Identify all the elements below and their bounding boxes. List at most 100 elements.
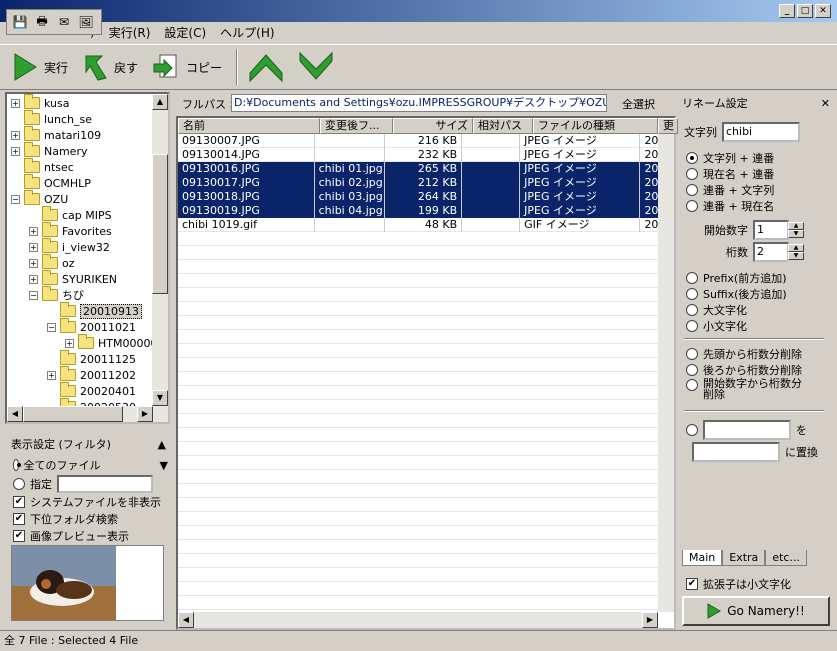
suffix-radio[interactable]	[686, 288, 698, 300]
expand-toggle-icon[interactable]: −	[29, 290, 38, 300]
close-button[interactable]: ✕	[815, 4, 831, 18]
expand-toggle-icon[interactable]: +	[29, 258, 38, 268]
expand-toggle-icon[interactable]: +	[11, 98, 20, 108]
save-icon[interactable]: 💾	[12, 15, 28, 29]
move-up-button[interactable]	[248, 51, 284, 83]
mail-icon[interactable]: ✉	[56, 15, 72, 29]
prefix-radio[interactable]	[686, 272, 698, 284]
table-row[interactable]: 09130016.JPG chibi 01.jpg 265 KB JPEG イメージ 2…	[178, 162, 660, 176]
tree-item[interactable]: − ちび	[29, 286, 84, 303]
scroll-thumb[interactable]	[152, 154, 168, 294]
list-vertical-scrollbar[interactable]	[658, 134, 674, 612]
tree-item[interactable]: − OZU	[11, 190, 68, 207]
subfolder-checkbox[interactable]: ✔	[13, 513, 25, 525]
undo-button[interactable]: 戻す	[82, 52, 138, 82]
tree-item[interactable]: + HTM00000	[65, 334, 157, 351]
expand-toggle-icon[interactable]: +	[11, 146, 20, 156]
start-number-spinner[interactable]: ▲ ▼	[788, 222, 804, 238]
expand-toggle-icon[interactable]: +	[29, 242, 38, 252]
scroll-right-button[interactable]: ▶	[137, 406, 153, 422]
table-row[interactable]: 09130014.JPG 232 KB JPEG イメージ 20	[178, 148, 660, 162]
spin-down-icon[interactable]: ▼	[788, 230, 804, 238]
tree-item[interactable]: + Namery	[11, 142, 87, 159]
opt-seq-current-radio[interactable]	[686, 200, 698, 212]
opt-current-seq-radio[interactable]	[686, 168, 698, 180]
minimize-button[interactable]: _	[779, 4, 795, 18]
opt-seq-string-radio[interactable]	[686, 184, 698, 196]
collapse-icon[interactable]: ▲	[158, 438, 166, 451]
lowercase-radio[interactable]	[686, 320, 698, 332]
spin-up-icon[interactable]: ▲	[788, 222, 804, 230]
column-name[interactable]: 名前	[178, 118, 320, 134]
select-all-button[interactable]: 全選択	[622, 96, 655, 112]
table-row[interactable]: 09130018.JPG chibi 03.jpg 264 KB JPEG イメージ 2…	[178, 190, 660, 204]
table-row[interactable]: chibi 1019.gif 48 KB GIF イメージ 20	[178, 218, 660, 232]
tree-item[interactable]: + matari109	[11, 126, 101, 143]
image-icon[interactable]: 🖼	[78, 15, 94, 29]
tree-item[interactable]: OCMHLP	[11, 174, 91, 191]
tab-etc[interactable]: etc...	[765, 550, 807, 566]
tree-item[interactable]: + SYURIKEN	[29, 270, 117, 287]
path-input[interactable]: D:¥Documents and Settings¥ozu.IMPRESSGRO…	[231, 94, 607, 112]
tree-item[interactable]: + i_view32	[29, 238, 110, 255]
delete-head-radio[interactable]	[686, 348, 698, 360]
spin-up-icon[interactable]: ▲	[788, 244, 804, 252]
expand-toggle-icon[interactable]: −	[47, 322, 56, 332]
all-files-radio[interactable]	[13, 459, 21, 471]
tree-item[interactable]: + oz	[29, 254, 75, 271]
tab-main[interactable]: Main	[682, 550, 723, 566]
expand-toggle-icon[interactable]: +	[65, 338, 74, 348]
close-icon[interactable]: ✕	[821, 97, 830, 110]
expand-toggle-icon[interactable]: +	[29, 226, 38, 236]
tree-item[interactable]: +20011202	[47, 366, 136, 383]
maximize-button[interactable]: □	[797, 4, 813, 18]
table-row[interactable]: 09130019.JPG chibi 04.jpg 199 KB JPEG イメージ 2…	[178, 204, 660, 218]
scroll-up-button[interactable]: ▲	[152, 94, 168, 110]
replace-to-input[interactable]	[692, 442, 780, 462]
move-down-button[interactable]	[298, 51, 334, 83]
tree-item[interactable]: − 20011021	[47, 318, 136, 335]
ext-lowercase-checkbox[interactable]: ✔	[686, 578, 698, 590]
tree-item[interactable]: + kusa	[11, 94, 69, 111]
column-updated[interactable]: 更	[658, 118, 678, 134]
tree-item[interactable]: lunch_se	[11, 110, 92, 127]
tree-horizontal-scrollbar[interactable]: ◀ ▶	[7, 406, 168, 422]
menu-run[interactable]: 実行(R)	[109, 24, 151, 41]
opt-string-seq-radio[interactable]	[686, 152, 698, 164]
string-input[interactable]: chibi	[722, 122, 800, 142]
expand-toggle-icon[interactable]: −	[11, 194, 20, 204]
uppercase-radio[interactable]	[686, 304, 698, 316]
replace-from-input[interactable]	[703, 420, 791, 440]
expand-toggle-icon[interactable]: +	[29, 274, 38, 284]
expand-toggle-icon[interactable]: +	[11, 130, 20, 140]
spin-down-icon[interactable]: ▼	[788, 252, 804, 260]
delete-start-radio[interactable]	[686, 379, 698, 391]
scroll-thumb[interactable]	[23, 406, 123, 422]
menu-help[interactable]: ヘルプ(H)	[220, 24, 274, 41]
expand-toggle-icon[interactable]: +	[47, 370, 56, 380]
run-button[interactable]: 実行	[12, 52, 68, 82]
preview-checkbox[interactable]: ✔	[13, 530, 25, 542]
list-horizontal-scrollbar[interactable]: ◀ ▶	[178, 612, 658, 628]
go-namery-button[interactable]: Go Namery!!	[682, 596, 830, 626]
delete-tail-radio[interactable]	[686, 364, 698, 376]
print-icon[interactable]: 🖶	[34, 12, 50, 33]
hide-system-checkbox[interactable]: ✔	[13, 496, 25, 508]
scroll-down-button[interactable]: ▼	[152, 390, 168, 406]
scroll-left-button[interactable]: ◀	[178, 612, 194, 628]
tree-item[interactable]: + Favorites	[29, 222, 112, 239]
menu-settings[interactable]: 設定(C)	[164, 24, 206, 41]
tree-item[interactable]: 20020401	[47, 382, 136, 399]
column-file-type[interactable]: ファイルの種類	[533, 118, 658, 134]
digits-spinner[interactable]: ▲ ▼	[788, 244, 804, 260]
replace-radio[interactable]	[686, 424, 698, 436]
table-row[interactable]: 09130007.JPG 216 KB JPEG イメージ 20	[178, 134, 660, 148]
column-relative-path[interactable]: 相対パス	[473, 118, 533, 134]
tab-extra[interactable]: Extra	[722, 550, 766, 566]
tree-vertical-scrollbar[interactable]: ▲ ▼	[152, 94, 168, 406]
copy-button[interactable]: コピー	[152, 52, 222, 82]
tree-item[interactable]: 20010913	[47, 302, 142, 319]
scroll-left-button[interactable]: ◀	[7, 406, 23, 422]
specify-radio[interactable]	[13, 478, 25, 490]
dropdown-arrow-icon[interactable]: ▼	[160, 459, 168, 472]
